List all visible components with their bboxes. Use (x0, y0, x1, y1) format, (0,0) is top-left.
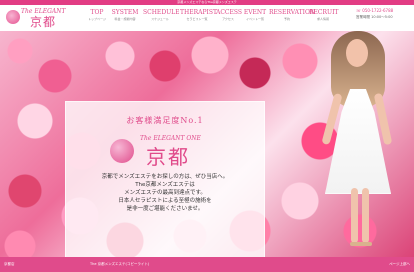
site-footer: 京都店 The 京都メンズエステ(コピーライト) ページ上部へ (0, 257, 414, 272)
hours-label: 営業時間 (356, 15, 370, 19)
hero-info-panel: お客様満足度No.1 The ELEGANT ONE 京都 京都でメンズエステを… (65, 101, 265, 257)
model-left-leg (351, 188, 358, 243)
panel-logo-emblem-icon (110, 139, 134, 163)
nav-event-label: EVENT (243, 9, 267, 16)
nav-system-sub: 料金・施術内容 (114, 17, 136, 21)
nav-therapist-label: THERAPIST (180, 9, 217, 16)
nav-recruit-label: RECRUIT (309, 9, 339, 16)
nav-access[interactable]: ACCESS アクセス (216, 8, 243, 22)
panel-title: お客様満足度No.1 (126, 116, 204, 125)
site-header: The ELEGANT 京都 TOP トップページ SYSTEM 料金・施術内容… (0, 5, 414, 57)
nav-event-sub: イベント一覧 (245, 17, 264, 21)
logo-emblem-icon (6, 10, 20, 24)
nav-reservation-label: RESERVATION (269, 9, 316, 16)
panel-line-3: メンズエステの最高到達点です。 (124, 190, 206, 196)
nav-schedule[interactable]: SCHEDULE スケジュール (143, 8, 180, 22)
nav-reservation-sub: 予約 (283, 17, 290, 21)
nav-schedule-label: SCHEDULE (143, 9, 180, 16)
panel-logo-kanji-text: 京都 (146, 145, 190, 169)
site-logo[interactable]: The ELEGANT 京都 (6, 7, 65, 29)
panel-description: 京都でメンズエステをお探しの方は、ぜひ当店へ。 The京都メンズエステは メンズ… (75, 173, 255, 213)
nav-recruit-sub: 求人情報 (316, 17, 329, 21)
panel-line-2: The京都メンズエステは (135, 182, 195, 188)
nav-top[interactable]: TOP トップページ (85, 8, 109, 22)
nav-reservation[interactable]: RESERVATION 予約 (269, 8, 316, 22)
panel-logo: The ELEGANT ONE 京都 (110, 135, 220, 169)
model-right-leg (362, 188, 369, 243)
nav-recruit[interactable]: RECRUIT 求人情報 (309, 8, 339, 22)
model-image (321, 31, 393, 257)
nav-system[interactable]: SYSTEM 料金・施術内容 (110, 8, 140, 22)
nav-system-label: SYSTEM (111, 9, 139, 16)
nav-access-label: ACCESS (216, 9, 243, 16)
nav-therapist[interactable]: THERAPIST セラピスト一覧 (180, 8, 217, 22)
footer-shop-label[interactable]: 京都店 (4, 257, 15, 272)
nav-schedule-sub: スケジュール (151, 17, 169, 21)
social-links (386, 23, 408, 57)
business-hours: 営業時間 10:00〜5:00 (356, 14, 408, 20)
hours-value: 10:00〜5:00 (371, 15, 393, 19)
panel-line-4: 日本人セラピストによる至極の施術を (118, 198, 212, 204)
hero-banner: お客様満足度No.1 The ELEGANT ONE 京都 京都でメンズエステを… (0, 31, 414, 257)
footer-copyright: The 京都メンズエステ(コピーライト) (90, 262, 150, 266)
nav-top-sub: トップページ (88, 17, 106, 21)
panel-line-1: 京都でメンズエステをお探しの方は、ぜひ当店へ。 (101, 174, 229, 180)
nav-top-label: TOP (90, 9, 104, 16)
panel-line-5: 是非一度ご堪能くださいませ。 (126, 206, 204, 212)
model-face (346, 39, 368, 67)
model-shoes (350, 242, 372, 246)
nav-access-sub: アクセス (222, 17, 234, 21)
logo-kanji-text: 京都 (30, 15, 57, 29)
nav-event[interactable]: EVENT イベント一覧 (243, 8, 267, 22)
nav-therapist-sub: セラピスト一覧 (186, 17, 208, 21)
contact-info: ☏ 050-1722-6788 営業時間 10:00〜5:00 (356, 8, 408, 57)
footer-page-top-link[interactable]: ページ上部へ (389, 257, 410, 272)
